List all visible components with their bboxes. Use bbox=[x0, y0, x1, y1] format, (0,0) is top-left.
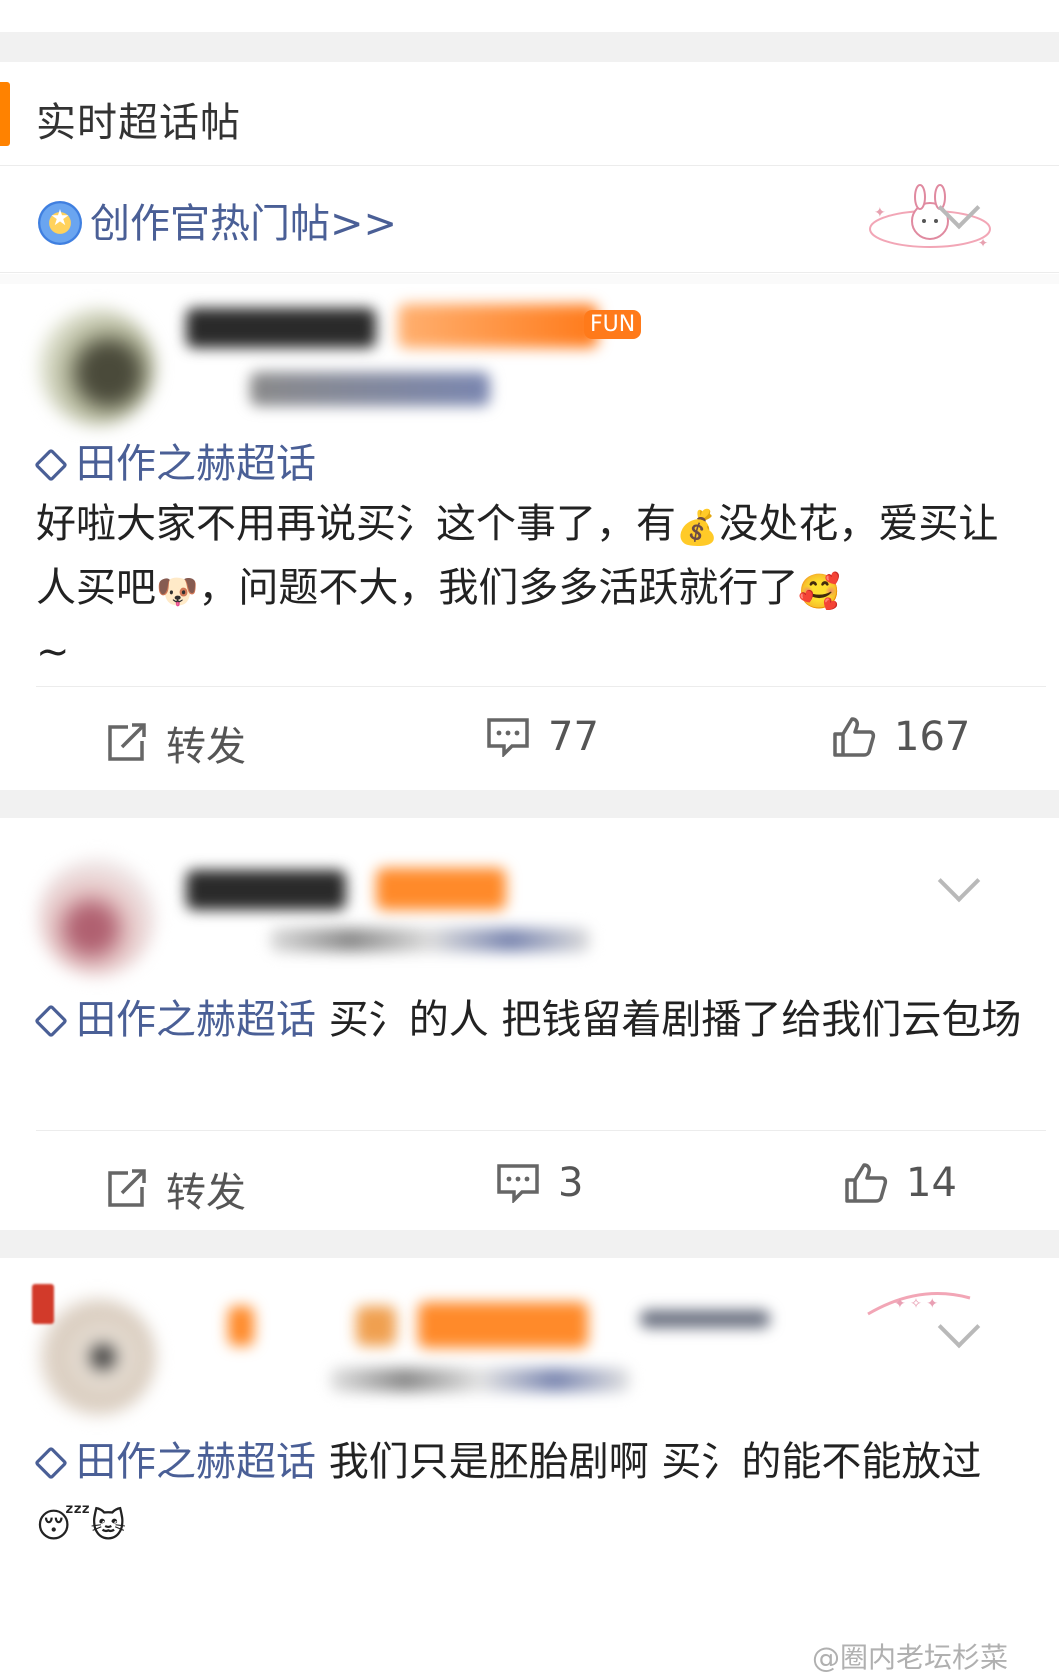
comment-icon bbox=[497, 1164, 539, 1203]
diamond-icon bbox=[34, 1446, 68, 1480]
svg-text:✦ ✧ ✦: ✦ ✧ ✦ bbox=[894, 1296, 938, 1312]
like-count: 14 bbox=[906, 1160, 957, 1206]
post-body: 田作之赫超话 好啦大家不用再说买氵这个事了，有💰没处花，爱买让人买吧🐶，问题不大… bbox=[34, 434, 1026, 682]
username-blurred bbox=[186, 870, 346, 910]
section-title: 实时超话帖 bbox=[36, 100, 241, 146]
username-blurred bbox=[418, 1302, 588, 1348]
post-text-part: ，问题不大，我们多多活跃就行了 bbox=[198, 565, 799, 611]
topic-tag[interactable]: 田作之赫超话 bbox=[34, 997, 316, 1043]
chevron-down-icon[interactable] bbox=[937, 859, 981, 903]
gap bbox=[0, 790, 1059, 818]
money-bag-emoji: 💰 bbox=[676, 508, 719, 548]
like-count: 167 bbox=[894, 714, 971, 760]
top-gap bbox=[0, 0, 1059, 62]
post-meta-blurred bbox=[250, 372, 490, 406]
avatar-flag-icon bbox=[32, 1284, 54, 1324]
post-text: 买氵的人 把钱留着剧播了给我们云包场 bbox=[316, 997, 1022, 1043]
comment-button[interactable]: 77 bbox=[486, 714, 599, 760]
like-icon bbox=[833, 717, 876, 757]
like-icon bbox=[845, 1163, 888, 1203]
like-button[interactable]: 167 bbox=[832, 714, 970, 760]
post-text-tail: ~ bbox=[36, 629, 70, 675]
username-blurred bbox=[356, 1306, 396, 1346]
username-blurred bbox=[228, 1306, 254, 1346]
post-card: ✦ ✧ ✦ 田作之赫超话 我们只是胚胎剧啊 买氵的能不能放过 😴🐱 bbox=[0, 1258, 1059, 1680]
diamond-icon bbox=[34, 448, 68, 482]
gap bbox=[0, 1230, 1059, 1258]
username-blurred bbox=[186, 308, 376, 348]
topic-label[interactable]: 田作之赫超话 bbox=[76, 1439, 316, 1485]
post-meta-blurred bbox=[330, 1368, 630, 1392]
post-meta-blurred bbox=[270, 928, 590, 952]
repost-button[interactable]: 转发 bbox=[104, 1160, 246, 1218]
topic-label[interactable]: 田作之赫超话 bbox=[76, 441, 316, 487]
repost-icon bbox=[108, 1169, 146, 1207]
husky-emoji: 🐶 bbox=[156, 572, 199, 612]
sleepy-emoji: 😴 bbox=[36, 1506, 91, 1546]
cat-emoji: 🐱 bbox=[90, 1506, 126, 1546]
diamond-icon bbox=[34, 1004, 68, 1038]
fun-badge: FUN bbox=[584, 310, 642, 339]
post-text: 好啦大家不用再说买氵这个事了，有💰没处花，爱买让人买吧🐶，问题不大，我们多多活跃… bbox=[36, 494, 1026, 622]
watermark: @圈内老坛杉菜 bbox=[812, 1641, 1009, 1674]
topic-tag[interactable]: 田作之赫超话 bbox=[34, 434, 1026, 494]
comment-count: 3 bbox=[558, 1160, 584, 1206]
action-bar: 转发 3 14 bbox=[0, 1142, 1059, 1232]
action-bar: 转发 77 167 bbox=[0, 696, 1059, 786]
username-blurred bbox=[398, 304, 598, 348]
repost-label: 转发 bbox=[166, 1170, 246, 1216]
svg-text:✦: ✦ bbox=[978, 236, 988, 250]
repost-label: 转发 bbox=[166, 724, 246, 770]
gap bbox=[0, 274, 1059, 284]
username-blurred bbox=[640, 1310, 770, 1328]
username-blurred bbox=[376, 868, 506, 910]
comment-icon bbox=[487, 718, 529, 757]
repost-icon bbox=[108, 723, 146, 761]
avatar[interactable] bbox=[38, 858, 156, 976]
post-card: 田作之赫超话 买氵的人 把钱留着剧播了给我们云包场 转发 3 14 bbox=[0, 818, 1059, 1230]
like-button[interactable]: 14 bbox=[844, 1160, 957, 1206]
comment-button[interactable]: 3 bbox=[496, 1160, 583, 1206]
topic-label[interactable]: 田作之赫超话 bbox=[76, 997, 316, 1043]
post-body: 田作之赫超话 买氵的人 把钱留着剧播了给我们云包场 bbox=[34, 990, 1026, 1050]
divider bbox=[36, 686, 1046, 687]
post-text-part: 好啦大家不用再说买氵这个事了，有 bbox=[36, 501, 676, 547]
medal-icon bbox=[38, 201, 82, 245]
avatar[interactable] bbox=[38, 1298, 156, 1416]
creator-hot-posts-row[interactable]: 创作官热门帖>> ✦ ✦ bbox=[0, 167, 1059, 273]
post-text: 我们只是胚胎剧啊 买氵的能不能放过 bbox=[316, 1439, 982, 1485]
post-card: FUN 田作之赫超话 好啦大家不用再说买氵这个事了，有💰没处花，爱买让人买吧🐶，… bbox=[0, 284, 1059, 790]
creator-hot-posts-link[interactable]: 创作官热门帖>> bbox=[90, 191, 397, 249]
section-header: 实时超话帖 bbox=[0, 62, 1059, 166]
post-body: 田作之赫超话 我们只是胚胎剧啊 买氵的能不能放过 😴🐱 bbox=[34, 1432, 1026, 1556]
topic-tag[interactable]: 田作之赫超话 bbox=[34, 1439, 316, 1485]
avatar[interactable] bbox=[38, 308, 156, 426]
repost-button[interactable]: 转发 bbox=[104, 714, 246, 772]
heart-face-emoji: 🥰 bbox=[798, 572, 841, 612]
divider bbox=[36, 1130, 1046, 1131]
bunny-decoration-icon: ✦ ✦ bbox=[869, 184, 991, 250]
svg-text:✦: ✦ bbox=[874, 205, 886, 221]
comment-count: 77 bbox=[548, 714, 599, 760]
accent-bar bbox=[0, 82, 10, 146]
